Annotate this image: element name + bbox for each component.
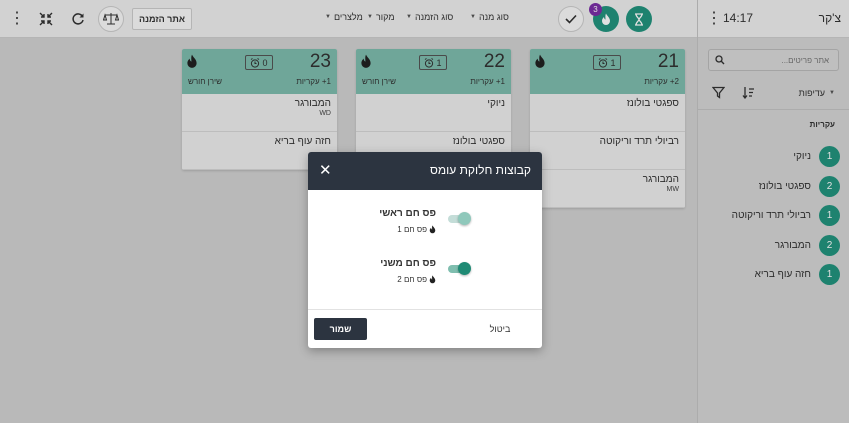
station-toggle[interactable] <box>448 262 471 275</box>
station-subtitle-text: פס חם 1 <box>397 225 427 234</box>
station-title: פס חם ראשי <box>379 208 436 219</box>
save-button[interactable]: שמור <box>314 318 367 340</box>
station-row: פס חם משני פס חם 2 <box>308 258 542 298</box>
station-subtitle: פס חם 1 <box>397 225 436 234</box>
station-toggle[interactable] <box>448 212 471 225</box>
dialog-title: קבוצות חלוקת עומס <box>430 163 531 177</box>
station-subtitle-text: פס חם 2 <box>397 275 427 284</box>
station-title: פס חם משני <box>380 258 436 269</box>
station-subtitle: פס חם 2 <box>397 275 436 284</box>
flame-icon <box>429 225 436 234</box>
load-balancing-dialog: קבוצות חלוקת עומס ✕ פס חם ראשי פס חם 1 פ… <box>308 152 542 348</box>
divider <box>308 309 542 310</box>
station-row: פס חם ראשי פס חם 1 <box>308 208 542 248</box>
dialog-header: קבוצות חלוקת עומס ✕ <box>308 152 542 190</box>
cancel-button[interactable]: ביטול <box>480 318 520 340</box>
close-icon[interactable]: ✕ <box>319 163 332 178</box>
flame-icon <box>429 275 436 284</box>
